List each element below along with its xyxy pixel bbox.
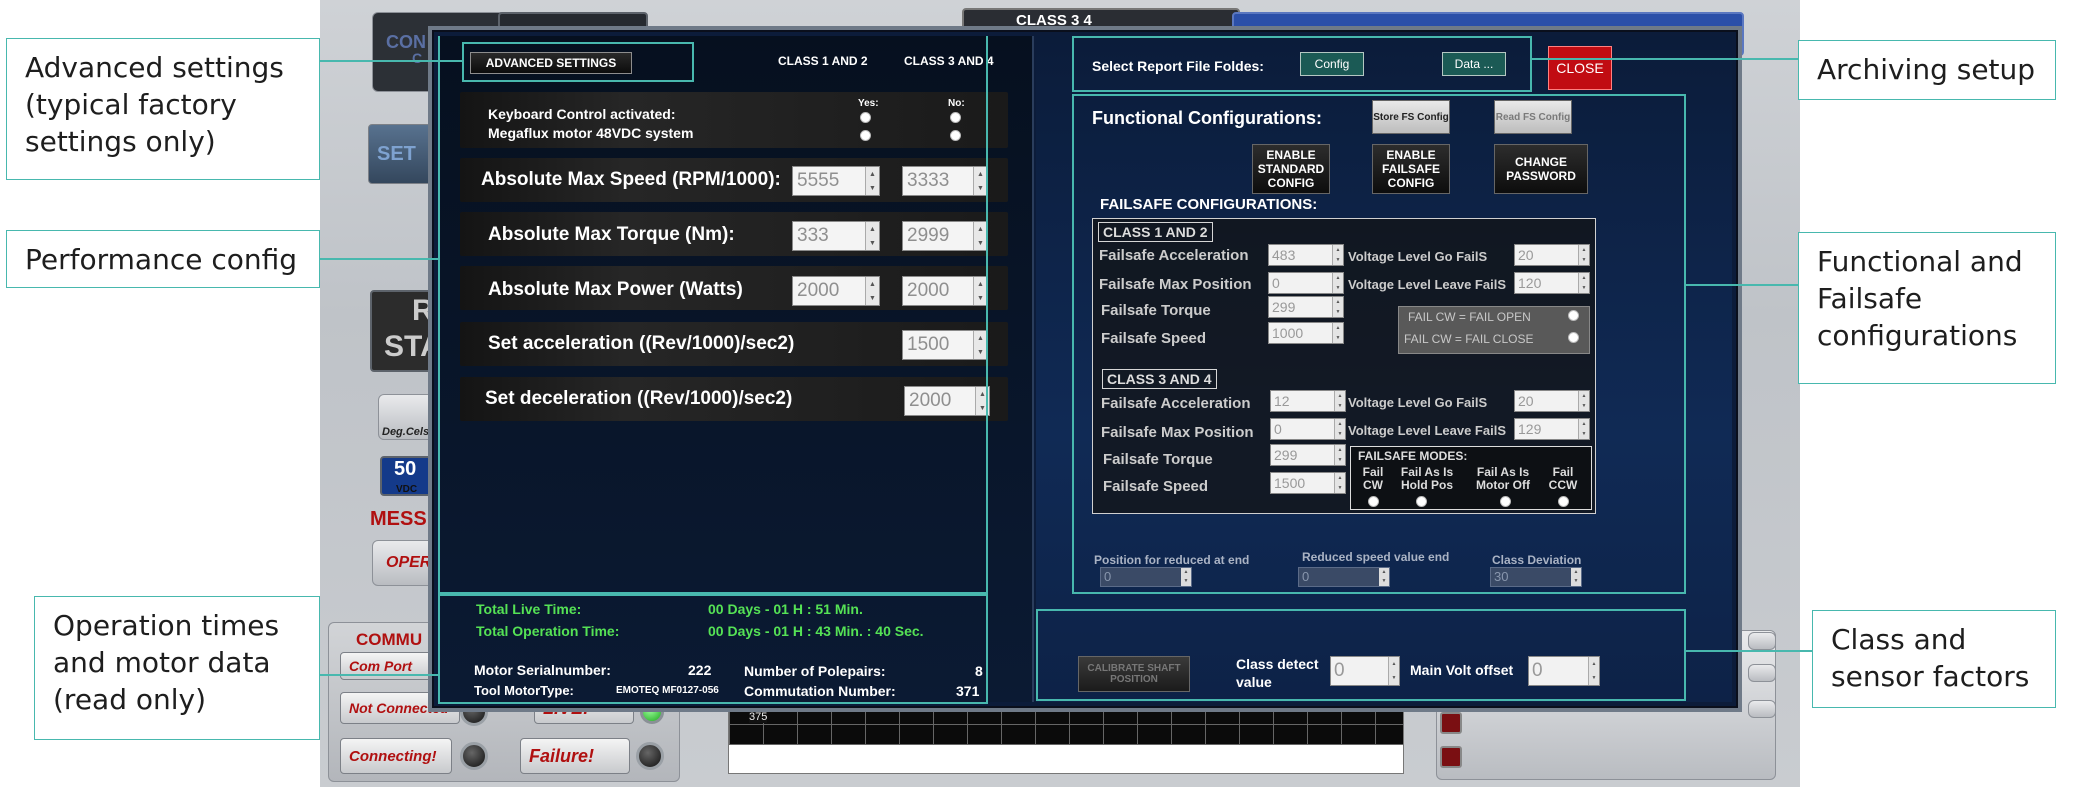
annotation-advanced-settings-line — [320, 60, 462, 62]
annotation-performance-config: Performance config — [6, 230, 320, 288]
background-chart-tick: 375 — [749, 711, 768, 723]
background-connecting-label: Connecting! — [349, 747, 437, 765]
annotation-functional-failsafe: Functional and Failsafe configurations — [1798, 232, 2056, 384]
background-red-indicator-1 — [1440, 712, 1462, 734]
background-failure-indicator: Failure! — [520, 738, 630, 774]
background-connecting-indicator: Connecting! — [340, 738, 452, 774]
background-failure-label: Failure! — [529, 745, 595, 766]
performance-config-frame — [438, 36, 988, 594]
background-connecting-knob — [460, 742, 488, 770]
annotation-performance-config-text: Performance config — [25, 243, 298, 276]
background-title-left2: C — [412, 50, 423, 66]
annotation-class-sensor-text: Class and sensor factors — [1831, 623, 2030, 693]
annotation-class-sensor-line — [1686, 650, 1812, 652]
annotation-operation-times-line — [320, 674, 438, 676]
background-oper-label: OPER — [386, 554, 432, 571]
screenshot: CON C CLASS 3 4 SET R STA Deg.Cels. 50 V… — [0, 0, 2076, 787]
annotation-advanced-settings-text: Advanced settings (typical factory setti… — [25, 51, 284, 158]
operation-times-frame — [438, 594, 988, 704]
background-r-label: R — [412, 294, 434, 327]
background-comm-label: COMMU — [356, 630, 423, 649]
close-button[interactable]: CLOSE — [1548, 46, 1612, 90]
background-red-indicator-2 — [1440, 746, 1462, 768]
pane-divider — [1032, 36, 1034, 702]
background-volt-value: 50 — [394, 458, 417, 480]
background-chart-strip: 375 — [728, 704, 1404, 774]
annotation-functional-failsafe-line — [1686, 284, 1798, 286]
background-failure-knob — [636, 742, 664, 770]
archiving-setup-frame — [1072, 36, 1532, 92]
annotation-advanced-settings: Advanced settings (typical factory setti… — [6, 38, 320, 180]
background-right-bar-3 — [1748, 700, 1776, 718]
annotation-operation-times-text: Operation times and motor data (read onl… — [53, 609, 280, 716]
background-deg-label: Deg.Cels. — [382, 426, 433, 438]
annotation-class-sensor: Class and sensor factors — [1812, 610, 2056, 708]
background-set-button[interactable]: SET — [368, 124, 440, 184]
annotation-archiving-setup: Archiving setup — [1798, 40, 2056, 100]
background-right-bar-2 — [1748, 664, 1776, 682]
background-volt-unit: VDC — [396, 484, 418, 495]
annotation-archiving-setup-line — [1532, 58, 1798, 60]
background-class-tab-label: CLASS 3 4 — [1016, 12, 1092, 29]
annotation-archiving-setup-text: Archiving setup — [1817, 53, 2036, 86]
functional-failsafe-frame — [1072, 94, 1686, 594]
annotation-functional-failsafe-text: Functional and Failsafe configurations — [1817, 245, 2023, 352]
class-sensor-frame — [1036, 609, 1686, 701]
background-com-port-label: Com Port — [349, 658, 412, 674]
background-message-label: MESS — [370, 508, 427, 530]
background-chart-grid — [729, 705, 1403, 745]
annotation-performance-config-line — [320, 258, 438, 260]
background-right-bar-1 — [1748, 632, 1776, 650]
background-set-label: SET — [377, 142, 416, 165]
annotation-operation-times: Operation times and motor data (read onl… — [34, 596, 320, 740]
